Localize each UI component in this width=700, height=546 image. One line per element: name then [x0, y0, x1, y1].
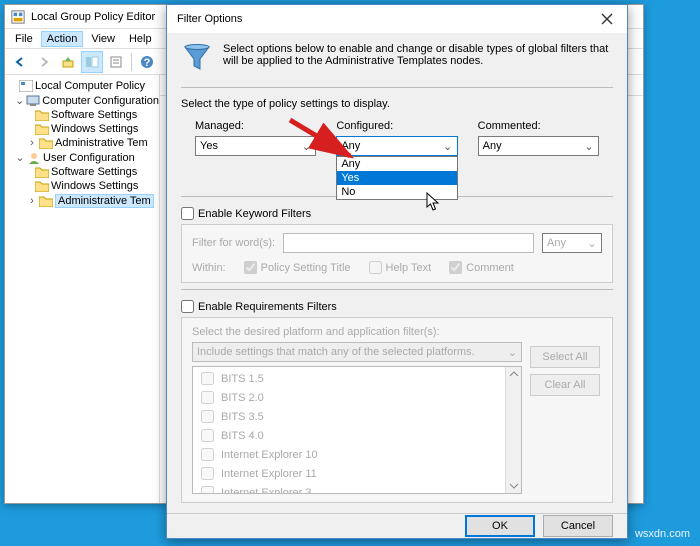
back-button[interactable] — [9, 51, 31, 73]
filter-words-label: Filter for word(s): — [192, 237, 275, 249]
up-button[interactable] — [57, 51, 79, 73]
commented-label: Commented: — [478, 120, 599, 132]
tree-user-config[interactable]: ⌄ User Configuration — [7, 150, 157, 165]
menu-view[interactable]: View — [85, 31, 121, 47]
enable-req-checkbox[interactable] — [181, 300, 194, 313]
select-all-button[interactable]: Select All — [530, 346, 600, 368]
list-item[interactable]: BITS 1.5 — [197, 369, 517, 388]
commented-combo[interactable]: Any ⌄ — [478, 136, 599, 156]
twisty-icon[interactable]: ⌄ — [15, 94, 24, 107]
ok-button[interactable]: OK — [465, 515, 535, 537]
option-yes[interactable]: Yes — [337, 171, 456, 185]
dialog-title: Filter Options — [177, 13, 242, 25]
computer-icon — [26, 95, 40, 107]
list-item[interactable]: BITS 3.5 — [197, 407, 517, 426]
filter-options-dialog: Filter Options Select options below to e… — [166, 4, 628, 539]
within-help-check[interactable]: Help Text — [369, 261, 432, 274]
folder-icon — [35, 180, 49, 192]
list-item[interactable]: BITS 4.0 — [197, 426, 517, 445]
managed-label: Managed: — [195, 120, 316, 132]
option-no[interactable]: No — [337, 185, 456, 199]
menu-file[interactable]: File — [9, 31, 39, 47]
dialog-titlebar[interactable]: Filter Options — [167, 5, 627, 33]
main-title: Local Group Policy Editor — [31, 11, 155, 23]
user-icon — [27, 152, 41, 164]
tree-item[interactable]: Windows Settings — [7, 179, 157, 193]
cancel-button[interactable]: Cancel — [543, 515, 613, 537]
enable-req-check[interactable]: Enable Requirements Filters — [181, 300, 613, 313]
scrollbar[interactable] — [505, 367, 521, 493]
dialog-intro: Select options below to enable and chang… — [223, 43, 613, 75]
menu-action[interactable]: Action — [41, 31, 84, 47]
configured-dropdown[interactable]: Any Yes No — [336, 156, 457, 200]
tree-item-selected[interactable]: ›Administrative Tem — [7, 193, 157, 209]
chevron-down-icon: ⌄ — [585, 237, 599, 250]
funnel-icon — [181, 43, 213, 75]
tree-item[interactable]: Software Settings — [7, 165, 157, 179]
chevron-down-icon: ⌄ — [441, 140, 455, 153]
folder-icon — [35, 109, 49, 121]
list-item[interactable]: Internet Explorer 10 — [197, 445, 517, 464]
chevron-down-icon: ⌄ — [582, 140, 596, 153]
within-comment-check[interactable]: Comment — [449, 261, 514, 274]
svg-text:?: ? — [144, 57, 151, 69]
tree-computer-config[interactable]: ⌄ Computer Configuration — [7, 93, 157, 108]
help-button[interactable]: ? — [136, 51, 158, 73]
tree-root[interactable]: Local Computer Policy — [7, 79, 157, 93]
keyword-panel: Filter for word(s): Any ⌄ Within: Policy… — [181, 224, 613, 283]
properties-button[interactable] — [105, 51, 127, 73]
show-hide-tree-button[interactable] — [81, 51, 103, 73]
option-any[interactable]: Any — [337, 157, 456, 171]
clear-all-button[interactable]: Clear All — [530, 374, 600, 396]
app-icon — [11, 10, 25, 24]
forward-button[interactable] — [33, 51, 55, 73]
list-item[interactable]: Internet Explorer 3 — [197, 483, 517, 494]
configured-label: Configured: — [336, 120, 457, 132]
close-icon — [601, 13, 613, 25]
requirements-panel: Select the desired platform and applicat… — [181, 317, 613, 503]
folder-icon — [35, 123, 49, 135]
list-item[interactable]: BITS 2.0 — [197, 388, 517, 407]
watermark: wsxdn.com — [635, 528, 690, 540]
chevron-down-icon: ⌄ — [299, 140, 313, 153]
platform-combo[interactable]: Include settings that match any of the s… — [192, 342, 522, 362]
section-label: Select the type of policy settings to di… — [181, 98, 613, 110]
platform-label: Select the desired platform and applicat… — [192, 326, 602, 338]
enable-keyword-check[interactable]: Enable Keyword Filters — [181, 207, 613, 220]
twisty-icon[interactable]: ⌄ — [15, 151, 25, 164]
tree-item[interactable]: Software Settings — [7, 108, 157, 122]
folder-icon — [39, 195, 53, 207]
menu-help[interactable]: Help — [123, 31, 158, 47]
folder-icon — [35, 166, 49, 178]
close-button[interactable] — [587, 5, 627, 33]
configured-combo[interactable]: Any ⌄ Any Yes No — [336, 136, 457, 156]
twisty-icon[interactable]: › — [27, 137, 37, 149]
within-label: Within: — [192, 262, 226, 274]
list-item[interactable]: Internet Explorer 11 — [197, 464, 517, 483]
managed-combo[interactable]: Yes ⌄ — [195, 136, 316, 156]
enable-keyword-checkbox[interactable] — [181, 207, 194, 220]
policy-icon — [19, 80, 33, 92]
filter-words-input[interactable] — [283, 233, 534, 253]
tree-item[interactable]: ›Administrative Tem — [7, 136, 157, 150]
dialog-footer: OK Cancel — [167, 513, 627, 538]
tree-item[interactable]: Windows Settings — [7, 122, 157, 136]
within-title-check[interactable]: Policy Setting Title — [244, 261, 351, 274]
tree-pane[interactable]: Local Computer Policy ⌄ Computer Configu… — [5, 75, 160, 503]
folder-icon — [39, 137, 53, 149]
twisty-icon[interactable]: › — [27, 195, 37, 207]
platform-list[interactable]: BITS 1.5 BITS 2.0 BITS 3.5 BITS 4.0 Inte… — [192, 366, 522, 494]
chevron-down-icon: ⌄ — [508, 346, 517, 359]
match-combo[interactable]: Any ⌄ — [542, 233, 602, 253]
